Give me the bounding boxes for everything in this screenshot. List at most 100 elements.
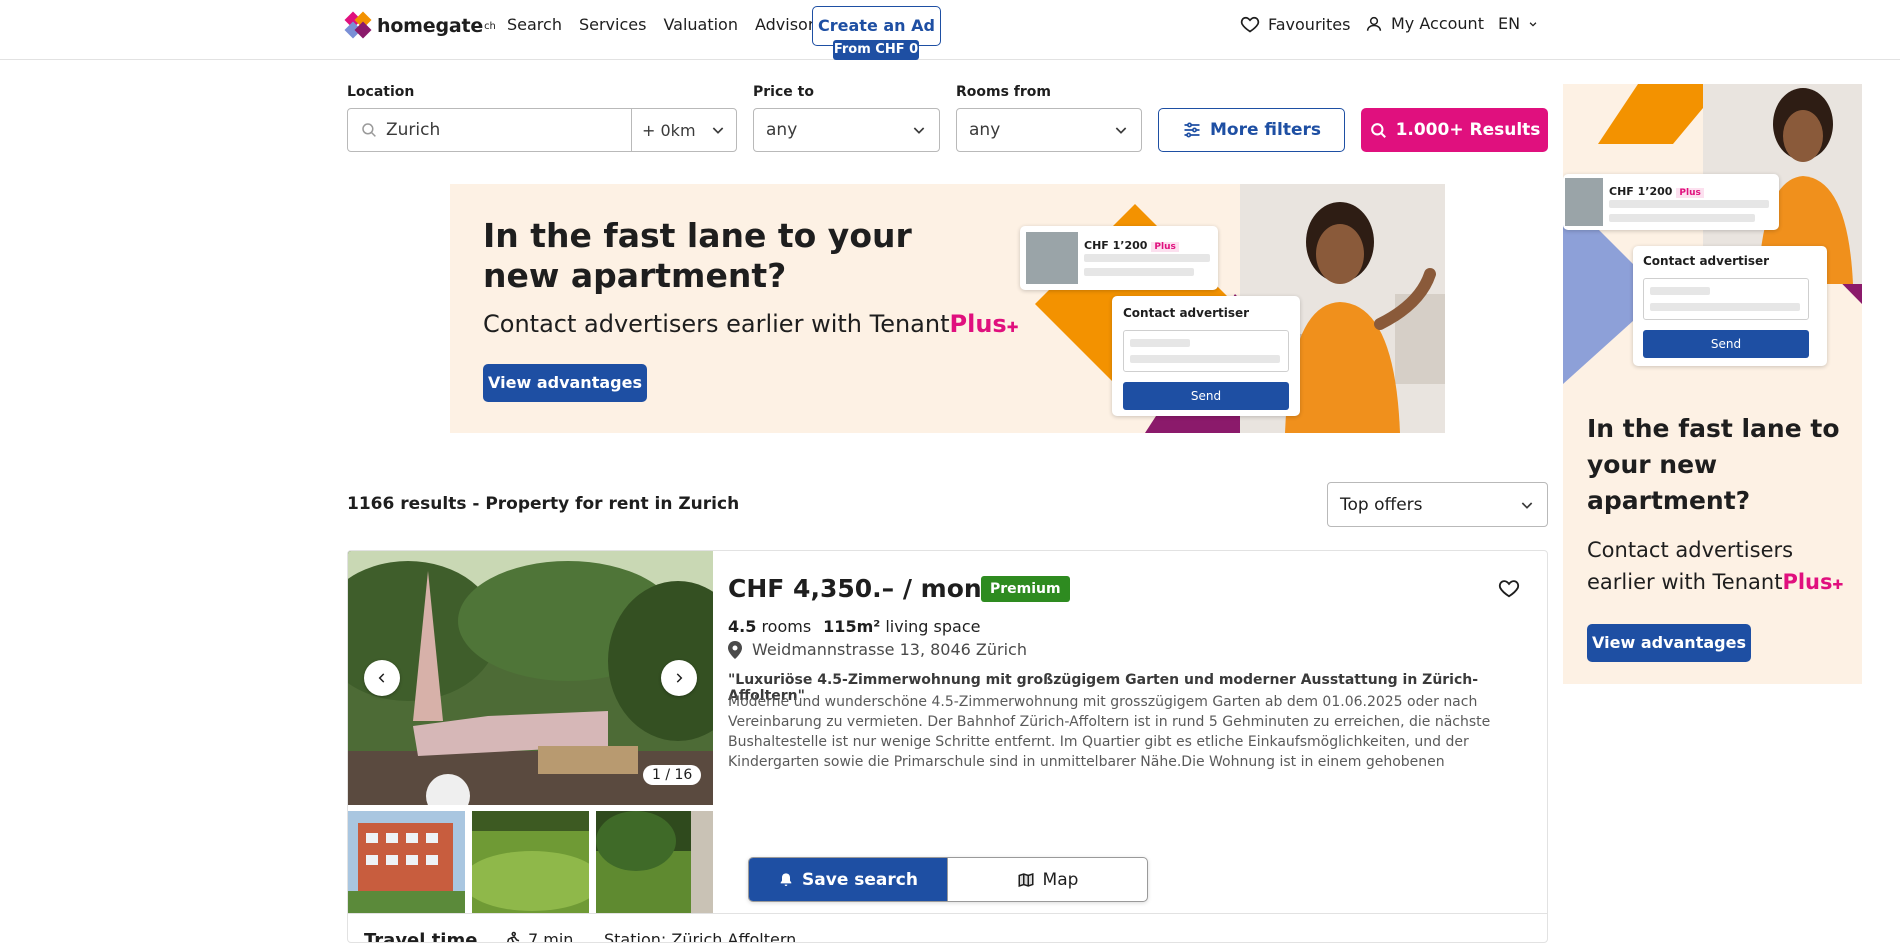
side-ad-subtitle-plus: Plus [1782, 570, 1833, 594]
show-results-button[interactable]: 1.000+ Results [1361, 108, 1548, 152]
favourites-link[interactable]: Favourites [1240, 14, 1350, 34]
search-icon [362, 123, 376, 137]
side-mock-contact-title: Contact advertiser [1643, 254, 1770, 268]
next-photo-button[interactable] [661, 660, 697, 696]
nav-valuation[interactable]: Valuation [663, 14, 738, 36]
side-mock-send-button: Send [1643, 330, 1809, 358]
previous-photo-button[interactable] [364, 660, 400, 696]
sort-select[interactable]: Top offers [1327, 482, 1548, 527]
side-mock-price: CHF 1’200 [1609, 185, 1673, 198]
mock-listing-card: CHF 1’200 Plus [1020, 226, 1218, 290]
location-label: Location [347, 84, 415, 100]
save-search-label: Save search [802, 869, 918, 890]
plus-icon: ✚ [1832, 578, 1844, 593]
banner-subtitle-text: Contact advertisers earlier with Tenant [483, 310, 950, 338]
more-filters-label: More filters [1209, 120, 1321, 140]
favourites-label: Favourites [1268, 14, 1351, 34]
premium-badge: Premium [981, 576, 1070, 602]
language-selector[interactable]: EN [1498, 14, 1538, 33]
location-field: Zurich + 0km [347, 108, 737, 152]
side-mock-plus-badge: Plus [1676, 188, 1704, 198]
search-icon [1370, 122, 1386, 138]
create-ad-badge: From CHF 0 [833, 40, 919, 60]
mock-price: CHF 1’200 [1084, 239, 1148, 252]
listing-thumbnail[interactable] [472, 811, 589, 913]
homegate-logo[interactable]: homegate ch [344, 11, 496, 39]
side-ad-view-advantages-button[interactable]: View advantages [1587, 624, 1751, 662]
price-label: Price to [753, 84, 814, 100]
banner-view-advantages-button[interactable]: View advantages [483, 364, 647, 402]
side-ad-subtitle: Contact advertisers earlier with TenantP… [1587, 534, 1857, 602]
heart-icon [1498, 580, 1520, 598]
mock-plus-badge: Plus [1151, 242, 1179, 252]
location-value: Zurich [386, 120, 441, 140]
address-text: Weidmannstrasse 13, 8046 Zürich [752, 640, 1027, 659]
show-results-label: 1.000+ Results [1395, 120, 1541, 140]
location-pin-icon [728, 640, 742, 659]
banner-subtitle: Contact advertisers earlier with TenantP… [483, 310, 1018, 338]
rooms-fact: 4.5 rooms [728, 617, 811, 636]
results-count: 1166 results - Property for rent in Zuri… [347, 494, 740, 514]
tenantplus-banner: In the fast lane to your new apartment? … [450, 184, 1445, 433]
main-nav: Search Services Valuation Advisor [507, 14, 814, 36]
rooms-value: any [969, 120, 1001, 140]
more-filters-button[interactable]: More filters [1158, 108, 1345, 152]
price-select[interactable]: any [753, 108, 940, 152]
space-fact-label: living space [885, 617, 981, 636]
listing-address: Weidmannstrasse 13, 8046 Zürich [728, 640, 1027, 659]
sliders-icon [1184, 122, 1200, 138]
side-mock-listing-thumbnail [1565, 178, 1603, 226]
bell-icon [780, 872, 792, 886]
add-favourite-button[interactable] [1498, 577, 1520, 603]
banner-title: In the fast lane to your new apartment? [483, 216, 912, 295]
language-label: EN [1498, 14, 1521, 33]
rooms-fact-label: rooms [761, 617, 812, 636]
mock-listing-thumbnail [1026, 232, 1078, 284]
travel-station: Station: Zürich Affoltern [604, 930, 797, 943]
listing-description: Moderne und wunderschöne 4.5-Zimmerwohnu… [728, 694, 1491, 770]
travel-time-row: Travel time 7 min Station: Zürich Affolt… [348, 913, 1547, 943]
rooms-fact-value: 4.5 [728, 617, 757, 636]
my-account-link[interactable]: My Account [1365, 14, 1484, 33]
save-search-button[interactable]: Save search [749, 858, 947, 901]
listing-thumbnail[interactable] [596, 811, 713, 913]
walking-icon [507, 931, 520, 942]
sort-value: Top offers [1340, 494, 1423, 515]
logo-suffix: ch [484, 20, 496, 32]
side-mock-listing-card: CHF 1’200 Plus [1563, 174, 1779, 230]
radius-value: + 0km [642, 120, 696, 140]
space-fact: 115m² living space [823, 617, 980, 636]
tenantplus-side-ad: CHF 1’200 Plus Contact advertiser Send In… [1563, 84, 1862, 684]
mock-send-button: Send [1123, 382, 1289, 410]
chevron-down-icon [712, 127, 724, 134]
map-button[interactable]: Map [947, 858, 1147, 901]
logo-mark-icon [344, 11, 372, 39]
mock-contact-title: Contact advertiser [1123, 306, 1250, 320]
top-header: homegate ch Search Services Valuation Ad… [0, 0, 1900, 60]
map-label: Map [1042, 869, 1079, 890]
price-value: any [766, 120, 798, 140]
nav-advisor[interactable]: Advisor [755, 14, 814, 36]
user-icon [1366, 16, 1382, 31]
chevron-left-icon [378, 673, 385, 683]
listing-thumbnail[interactable] [348, 811, 465, 913]
chevron-down-icon [1115, 127, 1127, 134]
nav-services[interactable]: Services [579, 14, 646, 36]
mock-contact-card: Contact advertiser Send [1112, 296, 1300, 416]
space-fact-value: 115m² [823, 617, 881, 636]
location-input[interactable]: Zurich [348, 109, 632, 151]
heart-icon [1240, 16, 1260, 33]
rooms-select[interactable]: any [956, 108, 1142, 152]
travel-walk: 7 min [504, 930, 574, 943]
travel-minutes: 7 min [528, 930, 574, 943]
nav-search[interactable]: Search [507, 14, 562, 36]
my-account-label: My Account [1391, 14, 1484, 33]
listing-facts: 4.5 rooms 115m² living space [728, 617, 980, 636]
chevron-down-icon [1529, 21, 1537, 27]
plus-icon: ✚ [1006, 320, 1019, 336]
radius-select[interactable]: + 0km [632, 121, 736, 140]
side-ad-title: In the fast lane to your new apartment? [1587, 414, 1840, 515]
chevron-down-icon [1521, 501, 1533, 509]
save-search-map-bar: Save search Map [748, 857, 1148, 902]
map-icon [1018, 872, 1034, 887]
